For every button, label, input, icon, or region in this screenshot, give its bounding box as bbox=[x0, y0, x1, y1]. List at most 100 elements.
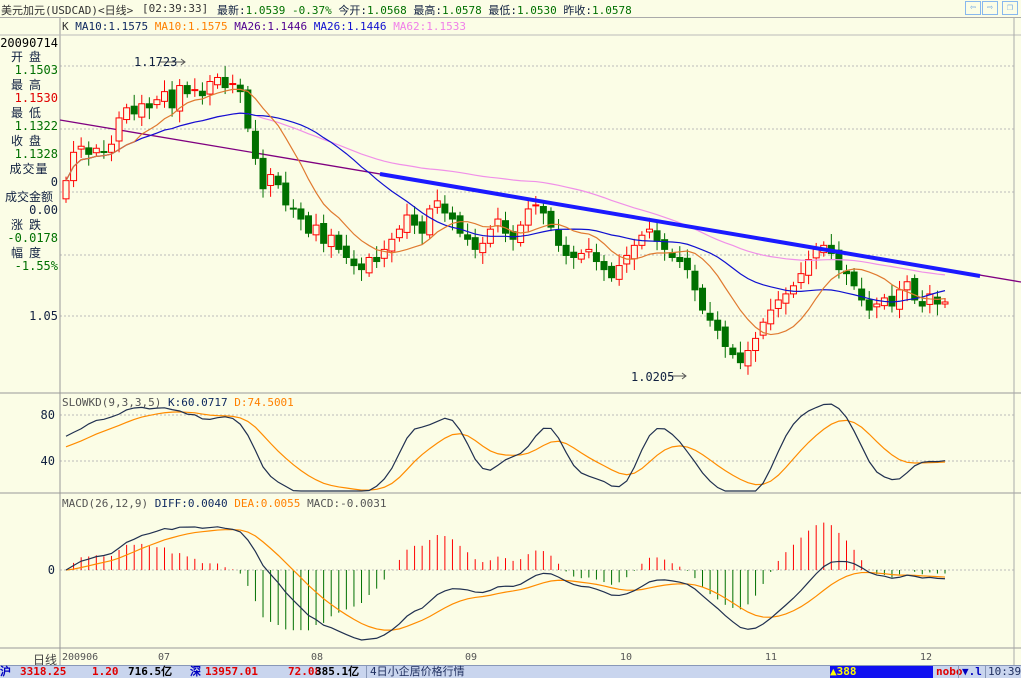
legend-k: K bbox=[62, 20, 69, 33]
candle-body bbox=[479, 242, 487, 254]
candle-body bbox=[289, 207, 297, 210]
info-close: 1.1328 bbox=[14, 147, 58, 161]
sz-index: 13957.01 bbox=[205, 665, 258, 678]
candle-body bbox=[214, 76, 222, 86]
kd-tick-40: 40 bbox=[40, 454, 55, 468]
macd-value: MACD:-0.0031 bbox=[307, 497, 387, 510]
info-volume-label: 成交量 bbox=[9, 162, 49, 176]
candle-body bbox=[282, 182, 290, 206]
info-change: -0.0178 bbox=[7, 231, 58, 245]
candle-body bbox=[562, 244, 570, 256]
kd-d-line bbox=[65, 411, 946, 491]
sz-label: 深 bbox=[190, 665, 201, 678]
candle-body bbox=[918, 301, 926, 307]
candle-body bbox=[797, 273, 805, 284]
candle-body bbox=[585, 248, 593, 253]
legend-ma10: MA10:1.1575 bbox=[75, 20, 149, 33]
signal-icon: ▼.l bbox=[958, 666, 982, 678]
candle-body bbox=[62, 180, 70, 200]
candle-body bbox=[198, 90, 206, 97]
price-tick: 1.05 bbox=[29, 309, 58, 323]
candle-body bbox=[805, 259, 813, 276]
candle-body bbox=[683, 257, 691, 271]
info-low: 1.1322 bbox=[14, 119, 58, 133]
kd-k-line bbox=[65, 403, 946, 492]
candle-body bbox=[706, 312, 714, 321]
candle-body bbox=[448, 212, 456, 220]
candle-body bbox=[714, 319, 722, 331]
candle-body bbox=[774, 299, 782, 309]
candle-body bbox=[721, 326, 729, 347]
candle-body bbox=[304, 215, 312, 234]
candle-body bbox=[911, 278, 919, 301]
candle-body bbox=[403, 214, 411, 233]
grid bbox=[60, 65, 1014, 571]
alert-count[interactable]: ▲388 bbox=[830, 666, 933, 678]
candle-body bbox=[623, 254, 631, 265]
candle-body bbox=[896, 289, 904, 310]
candle-body bbox=[206, 81, 214, 95]
candle-body bbox=[221, 76, 229, 89]
legend-ma26: MA26:1.1446 bbox=[234, 20, 308, 33]
ma-legend: K MA10:1.1575 MA10:1.1575 MA26:1.1446 MA… bbox=[62, 20, 466, 33]
candle-body bbox=[365, 256, 373, 274]
candle-body bbox=[782, 293, 790, 304]
clock: 10:39 bbox=[985, 666, 1021, 678]
candle-body bbox=[395, 228, 403, 239]
sh-index: 3318.25 bbox=[20, 665, 67, 678]
candle-body bbox=[77, 145, 85, 150]
news-ticker[interactable]: 4日小企居价格行情 bbox=[366, 666, 465, 678]
candle-body bbox=[426, 208, 434, 236]
candle-body bbox=[418, 221, 426, 234]
legend-ma26-alt: MA26:1.1446 bbox=[313, 20, 387, 33]
kd-title: SLOWKD(9,3,3,5) bbox=[62, 396, 162, 409]
candle-body bbox=[539, 206, 547, 214]
macd-diff-line bbox=[65, 526, 946, 641]
candle-body bbox=[168, 89, 176, 109]
candle-body bbox=[471, 237, 479, 250]
candle-body bbox=[183, 85, 191, 95]
candle-body bbox=[865, 299, 873, 311]
candle-body bbox=[615, 265, 623, 280]
candle-body bbox=[494, 218, 502, 227]
candle-body bbox=[729, 347, 737, 356]
candle-body bbox=[676, 256, 684, 263]
candle-body bbox=[85, 147, 93, 155]
candle-body bbox=[161, 91, 169, 102]
chart-canvas[interactable] bbox=[0, 0, 1021, 677]
date-label: 11 bbox=[765, 652, 778, 663]
candle-body bbox=[350, 258, 358, 267]
candle-body bbox=[736, 352, 744, 364]
candle-body bbox=[259, 157, 267, 190]
candle-body bbox=[600, 261, 608, 271]
macd-diff-value: DIFF:0.0040 bbox=[154, 497, 228, 510]
date-label: 10 bbox=[620, 652, 633, 663]
candle-body bbox=[433, 200, 441, 208]
candle-body bbox=[236, 84, 244, 93]
macd-dea-line bbox=[65, 529, 946, 631]
candle-body bbox=[274, 175, 282, 186]
info-open: 1.1503 bbox=[14, 63, 58, 77]
candle-body bbox=[524, 208, 532, 226]
candle-body bbox=[653, 230, 661, 242]
kd-tick-80: 80 bbox=[40, 408, 55, 422]
candle-body bbox=[297, 208, 305, 220]
date-label: 12 bbox=[920, 652, 933, 663]
candle-body bbox=[630, 244, 638, 260]
candle-body bbox=[464, 234, 472, 240]
candle-body bbox=[517, 224, 525, 244]
candle-body bbox=[577, 252, 585, 260]
kd-d-value: D:74.5001 bbox=[234, 396, 294, 409]
info-volume: 0 bbox=[50, 175, 58, 189]
legend-ma62: MA62:1.1533 bbox=[393, 20, 467, 33]
candle-body bbox=[92, 147, 100, 154]
low-annotation: 1.0205 bbox=[631, 370, 675, 384]
candle-body bbox=[509, 231, 517, 240]
candle-body bbox=[555, 229, 563, 246]
candle-body bbox=[933, 296, 941, 305]
candle-body bbox=[320, 223, 328, 244]
high-annotation: 1.1723 bbox=[134, 55, 178, 69]
candle-body bbox=[138, 103, 146, 118]
info-amount: 0.00 bbox=[29, 203, 58, 217]
date-label: 08 bbox=[311, 652, 324, 663]
